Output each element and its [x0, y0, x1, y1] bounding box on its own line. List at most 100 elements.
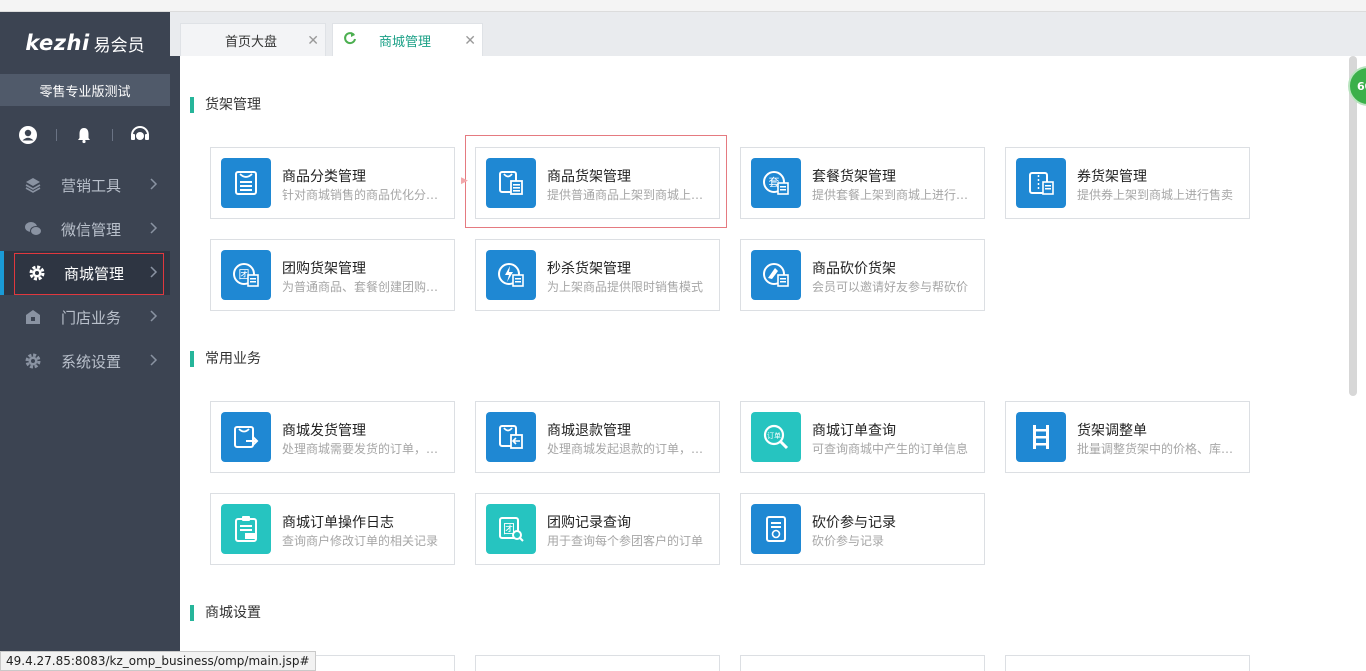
store-name[interactable]: 零售专业版测试 [0, 74, 170, 106]
tab-bar: 首页大盘 ✕ 商城管理 ✕ [170, 12, 1366, 56]
sidebar-item-label: 系统设置 [61, 352, 122, 371]
card-desc: 用于查询每个参团客户的订单 [547, 534, 704, 548]
coupon-shelf-icon [1016, 158, 1066, 208]
tab-label: 首页大盘 [225, 34, 278, 50]
user-icon[interactable] [0, 118, 56, 152]
card-title: 商城订单查询 [812, 423, 896, 439]
card-order-log[interactable]: 商城订单操作日志 查询商户修改订单的相关记录 [210, 493, 455, 565]
card-desc: 处理商城需要发货的订单，发货 [282, 442, 442, 456]
card-groupbuy-records[interactable]: 团 团购记录查询 用于查询每个参团客户的订单 [475, 493, 720, 565]
card-groupbuy-shelf[interactable]: 团 团购货架管理 为普通商品、套餐创建团购活动 [210, 239, 455, 311]
card-product-shelf[interactable]: 商品货架管理 提供普通商品上架到商城上进行销售 [475, 147, 720, 219]
clipboard-icon [221, 504, 271, 554]
card-desc: 提供普通商品上架到商城上进行销售 [547, 188, 707, 202]
scroll-thumb[interactable] [1349, 56, 1357, 396]
card-order-query[interactable]: 订单 商城订单查询 可查询商城中产生的订单信息 [740, 401, 985, 473]
card-flashsale-shelf[interactable]: 秒杀货架管理 为上架商品提供限时销售模式 [475, 239, 720, 311]
card-desc: 砍价参与记录 [812, 534, 885, 548]
card-desc: 会员可以邀请好友参与帮砍价 [812, 280, 969, 294]
card-bargain-records[interactable]: 砍价参与记录 砍价参与记录 [740, 493, 985, 565]
card-title: 套餐货架管理 [812, 169, 896, 185]
card-title: 商品货架管理 [547, 169, 631, 185]
card-title: 商品分类管理 [282, 169, 366, 185]
card-placeholder[interactable] [475, 655, 720, 671]
tab-mall[interactable]: 商城管理 ✕ [332, 23, 483, 56]
sidebar-icon-row [0, 118, 170, 152]
close-icon[interactable]: ✕ [464, 33, 476, 49]
order-search-icon: 订单 [751, 412, 801, 462]
bargain-icon [751, 250, 801, 300]
svg-text:订单: 订单 [767, 431, 781, 440]
chevron-right-icon [150, 310, 158, 322]
sidebar-item-settings[interactable]: 系统设置 [0, 339, 170, 383]
gear-icon [24, 352, 42, 370]
sidebar-item-label: 微信管理 [61, 220, 122, 239]
card-title: 券货架管理 [1077, 169, 1147, 185]
card-coupon-shelf[interactable]: 券货架管理 提供券上架到商城上进行售卖 [1005, 147, 1250, 219]
sidebar-menu: 营销工具 微信管理 商城管理 门店业务 系统设置 [0, 163, 170, 383]
refresh-icon[interactable] [343, 31, 357, 49]
chevron-right-icon [150, 178, 158, 190]
card-title: 秒杀货架管理 [547, 261, 631, 277]
highlight-box [14, 253, 164, 295]
card-placeholder[interactable] [740, 655, 985, 671]
card-desc: 针对商城销售的商品优化分类展示 [282, 188, 442, 202]
logo-text: kezhi [25, 31, 90, 55]
layers-icon [24, 176, 42, 194]
sidebar-item-store[interactable]: 门店业务 [0, 295, 170, 339]
card-title: 团购货架管理 [282, 261, 366, 277]
card-refund-management[interactable]: 商城退款管理 处理商城发起退款的订单，退款 [475, 401, 720, 473]
main-content: 货架管理 ▶ 商品分类管理 针对商城销售的商品优化分类展示 商品货架管理 提供普… [180, 56, 1346, 671]
sidebar-item-label: 门店业务 [61, 308, 122, 327]
groupbuy-icon: 团 [221, 250, 271, 300]
card-bargain-shelf[interactable]: 商品砍价货架 会员可以邀请好友参与帮砍价 [740, 239, 985, 311]
refund-icon [486, 412, 536, 462]
chevron-right-icon [150, 354, 158, 366]
card-shelf-adjustment[interactable]: 货架调整单 批量调整货架中的价格、库存等 [1005, 401, 1250, 473]
chevron-right-icon [150, 222, 158, 234]
card-title: 砍价参与记录 [812, 515, 896, 531]
card-title: 商品砍价货架 [812, 261, 896, 277]
section-title: 货架管理 [190, 97, 261, 113]
sidebar-item-marketing[interactable]: 营销工具 [0, 163, 170, 207]
logo-cn: 易会员 [93, 35, 145, 56]
section-title: 商城设置 [190, 605, 261, 621]
card-desc: 提供券上架到商城上进行售卖 [1077, 188, 1234, 202]
package-shelf-icon: 套 [751, 158, 801, 208]
group-search-icon: 团 [486, 504, 536, 554]
category-list-icon [221, 158, 271, 208]
logo: kezhi 易会员 [0, 12, 170, 74]
tab-label: 商城管理 [379, 34, 432, 50]
store-icon [24, 308, 42, 326]
card-shipping-management[interactable]: 商城发货管理 处理商城需要发货的订单，发货 [210, 401, 455, 473]
close-icon[interactable]: ✕ [307, 33, 319, 49]
section-title: 常用业务 [190, 351, 261, 367]
sidebar: kezhi 易会员 零售专业版测试 营销工具 微信管理 商城管理 门店业务 系统… [0, 12, 170, 671]
bell-icon[interactable] [56, 118, 112, 152]
tab-home[interactable]: 首页大盘 ✕ [180, 23, 326, 56]
card-package-shelf[interactable]: 套 套餐货架管理 提供套餐上架到商城上进行销售 [740, 147, 985, 219]
card-category-management[interactable]: 商品分类管理 针对商城销售的商品优化分类展示 [210, 147, 455, 219]
card-desc: 查询商户修改订单的相关记录 [282, 534, 439, 548]
card-desc: 为普通商品、套餐创建团购活动 [282, 280, 442, 294]
sidebar-item-wechat[interactable]: 微信管理 [0, 207, 170, 251]
scrollbar[interactable] [1346, 56, 1366, 671]
wechat-icon [24, 220, 42, 238]
browser-toolbar [0, 0, 1366, 12]
card-desc: 为上架商品提供限时销售模式 [547, 280, 704, 294]
card-desc: 批量调整货架中的价格、库存等 [1077, 442, 1237, 456]
card-title: 货架调整单 [1077, 423, 1147, 439]
card-desc: 可查询商城中产生的订单信息 [812, 442, 969, 456]
chevron-right-icon [150, 266, 158, 278]
status-url: 49.4.27.85:8083/kz_omp_business/omp/main… [0, 651, 316, 671]
flash-sale-icon [486, 250, 536, 300]
sidebar-item-label: 营销工具 [61, 176, 122, 195]
card-title: 团购记录查询 [547, 515, 631, 531]
card-title: 商城订单操作日志 [282, 515, 394, 531]
sidebar-item-mall[interactable]: 商城管理 [0, 251, 170, 295]
headset-icon[interactable] [112, 118, 168, 152]
shipping-icon [221, 412, 271, 462]
card-desc: 处理商城发起退款的订单，退款 [547, 442, 707, 456]
card-placeholder[interactable] [1005, 655, 1250, 671]
card-title: 商城退款管理 [547, 423, 631, 439]
